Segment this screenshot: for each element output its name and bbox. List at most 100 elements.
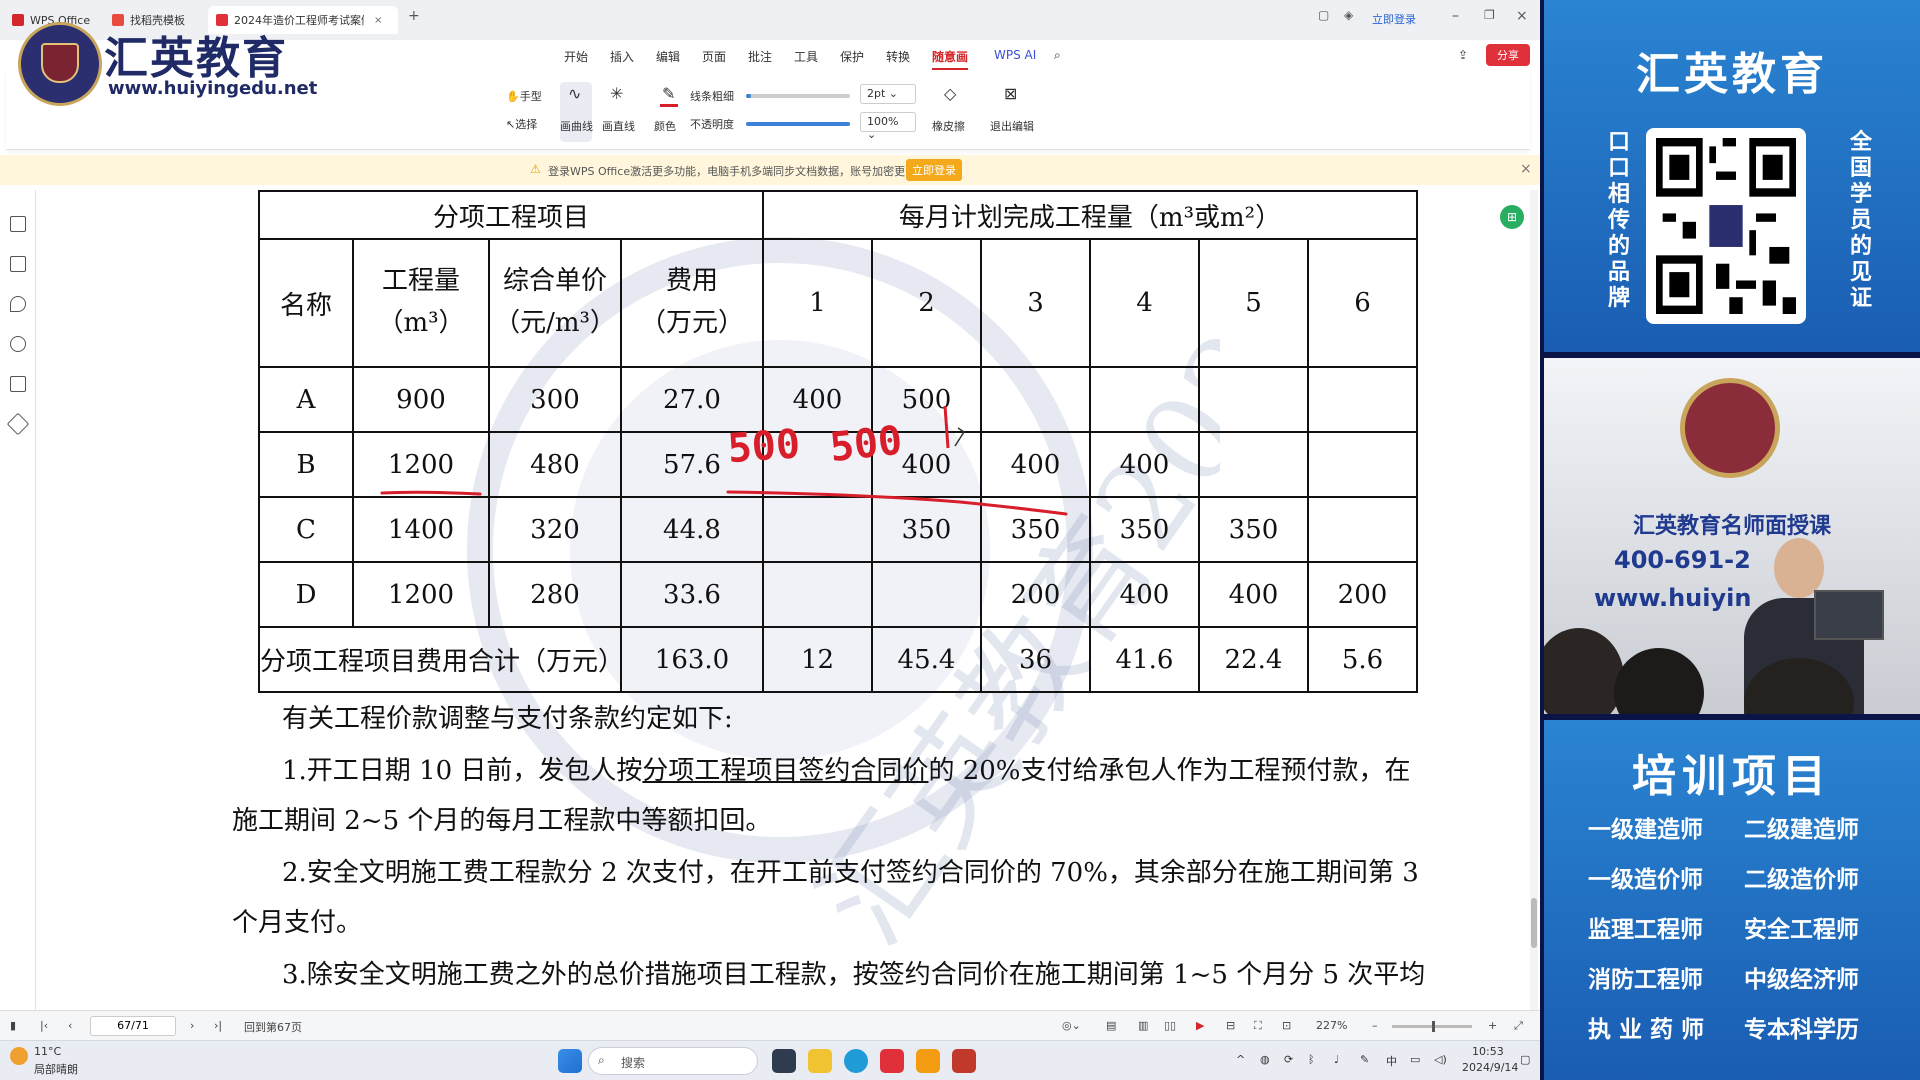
- notice-message: 登录WPS Office激活更多功能，电脑手机多端同步文档数据，账号加密更安全。: [548, 165, 939, 178]
- student-head: [1614, 648, 1704, 714]
- wps-icon[interactable]: [880, 1049, 904, 1073]
- restore-button[interactable]: ❐: [1484, 8, 1495, 22]
- zoom-slider[interactable]: [1392, 1021, 1472, 1032]
- cube-icon[interactable]: ◈: [1344, 8, 1353, 22]
- exit-edit-button[interactable]: ⊠ 退出编辑: [990, 82, 1034, 142]
- search-icon[interactable]: ⌕: [1054, 48, 1061, 63]
- edge-icon[interactable]: [844, 1049, 868, 1073]
- page-number-input[interactable]: 67/71: [90, 1016, 176, 1036]
- new-tab-button[interactable]: +: [408, 8, 420, 24]
- pen-tray-icon[interactable]: ✎: [1360, 1053, 1369, 1066]
- thumbnail-icon[interactable]: [10, 256, 26, 272]
- bookmark-icon[interactable]: [10, 216, 26, 232]
- menu-annotate[interactable]: 批注: [748, 48, 772, 65]
- terminal-icon[interactable]: [772, 1049, 796, 1073]
- course-item: 一级造价师: [1588, 867, 1703, 893]
- first-page-icon[interactable]: |‹: [40, 1019, 48, 1032]
- start-icon[interactable]: [558, 1049, 582, 1073]
- prev-page-icon[interactable]: ‹: [68, 1019, 72, 1032]
- layers-icon[interactable]: [6, 412, 30, 436]
- menu-protect[interactable]: 保护: [840, 48, 864, 65]
- view-settings-icon[interactable]: ◎⌄: [1062, 1019, 1081, 1032]
- share-button[interactable]: 分享: [1486, 44, 1530, 66]
- folder-icon[interactable]: [808, 1049, 832, 1073]
- network-icon[interactable]: ◍: [1260, 1053, 1270, 1066]
- opacity-label: 不透明度: [690, 118, 734, 131]
- menu-edit[interactable]: 编辑: [656, 48, 680, 65]
- bookmark-view-icon[interactable]: ⊡: [1282, 1019, 1291, 1032]
- line-width-select[interactable]: 2pt ⌄: [860, 84, 916, 104]
- app-icon[interactable]: [916, 1049, 940, 1073]
- color-picker[interactable]: ✎ 颜色: [652, 82, 688, 142]
- menu-start[interactable]: 开始: [564, 48, 588, 65]
- mic-icon[interactable]: ♩: [1334, 1053, 1339, 1066]
- clock-time[interactable]: 10:53: [1472, 1045, 1504, 1058]
- col-quantity: 工程量 （m³）: [352, 238, 490, 368]
- signature-icon[interactable]: [10, 376, 26, 392]
- curve-tool[interactable]: ∿ 画曲线: [560, 82, 593, 142]
- zoom-out-icon[interactable]: –: [1372, 1019, 1378, 1032]
- menu-page[interactable]: 页面: [702, 48, 726, 65]
- line-tool[interactable]: ✳ 画直线: [602, 82, 635, 142]
- display-icon[interactable]: ▭: [1410, 1053, 1420, 1066]
- menu-freehand[interactable]: 随意画: [932, 48, 969, 70]
- warning-icon: ⚠: [530, 162, 541, 176]
- continuous-icon[interactable]: ▥: [1138, 1019, 1148, 1032]
- taskbar-search[interactable]: 搜索: [588, 1047, 758, 1075]
- close-icon[interactable]: ×: [1520, 161, 1532, 177]
- login-link[interactable]: 立即登录: [1372, 11, 1416, 27]
- opacity-select[interactable]: 100% ⌄: [860, 112, 916, 141]
- ime-indicator[interactable]: 中: [1386, 1053, 1397, 1069]
- search-icon: ⌕: [598, 1053, 605, 1067]
- last-page-icon[interactable]: ›|: [214, 1019, 222, 1032]
- cloud-upload-icon[interactable]: ⇪: [1458, 48, 1468, 62]
- notice-login-button[interactable]: 立即登录: [906, 159, 962, 181]
- bluetooth-icon[interactable]: ᛒ: [1308, 1053, 1315, 1066]
- fit-width-icon[interactable]: ⊟: [1226, 1019, 1235, 1032]
- table-row: B 1200 480 57.6 400 400 400: [258, 431, 1418, 498]
- color-swatch: [660, 104, 678, 107]
- two-page-icon[interactable]: ▯▯: [1164, 1019, 1176, 1032]
- fit-page-icon[interactable]: ⛶: [1254, 1019, 1262, 1033]
- close-window-button[interactable]: ×: [1516, 8, 1528, 24]
- window-mode-icon[interactable]: ▢: [1318, 8, 1329, 22]
- minimize-button[interactable]: –: [1452, 8, 1459, 24]
- volume-icon[interactable]: ◁): [1434, 1053, 1447, 1066]
- document-view[interactable]: 汇英教育2024/9/14 分项工程项目 每月计划完成工程量（m³或m²） 名称…: [60, 190, 1530, 1010]
- eraser-tool[interactable]: ◇ 橡皮擦: [932, 82, 972, 142]
- video-caption: 汇英教育名师面授课: [1632, 514, 1831, 539]
- sidebar-toggle-icon[interactable]: ▮: [10, 1019, 16, 1032]
- zoom-level[interactable]: 227%: [1316, 1019, 1347, 1032]
- tray-chevron-icon[interactable]: ^: [1236, 1053, 1245, 1066]
- comment-icon[interactable]: [10, 296, 26, 312]
- single-page-icon[interactable]: ▤: [1106, 1019, 1116, 1032]
- sync-icon[interactable]: ⟳: [1284, 1053, 1293, 1066]
- weather-icon[interactable]: [10, 1047, 28, 1065]
- zoom-in-icon[interactable]: +: [1488, 1019, 1497, 1032]
- back-to-page-link[interactable]: 回到第67页: [244, 1019, 302, 1035]
- vertical-scrollbar[interactable]: [1530, 190, 1538, 1010]
- menu-insert[interactable]: 插入: [610, 48, 634, 65]
- menu-wps-ai[interactable]: WPS AI: [994, 48, 1036, 62]
- notification-icon[interactable]: ▢: [1520, 1053, 1530, 1066]
- col-name: 名称: [258, 238, 354, 368]
- menu-convert[interactable]: 转换: [886, 48, 910, 65]
- line-width-slider[interactable]: [746, 94, 850, 98]
- hand-tool[interactable]: ✋手型: [506, 88, 542, 104]
- attachment-icon[interactable]: [10, 336, 26, 352]
- opacity-slider[interactable]: [746, 122, 850, 126]
- logo-overlay: 汇英教育 www.huiyingedu.net: [18, 20, 317, 110]
- table-tool-icon[interactable]: ⊞: [1500, 205, 1524, 229]
- menu-tools[interactable]: 工具: [794, 48, 818, 65]
- pdf-app-icon[interactable]: [952, 1049, 976, 1073]
- next-page-icon[interactable]: ›: [190, 1019, 194, 1032]
- clock-date[interactable]: 2024/9/14: [1462, 1061, 1518, 1074]
- fullscreen-icon[interactable]: ⤢: [1514, 1019, 1523, 1033]
- close-tab-icon[interactable]: ×: [374, 15, 382, 26]
- status-bar: ▮ |‹ ‹ 67/71 › ›| 回到第67页 ◎⌄ ▤ ▥ ▯▯ ▶ ⊟ ⛶…: [0, 1010, 1540, 1040]
- qr-code: [1646, 128, 1806, 324]
- instructor-video: 汇英教育名师面授课 400-691-2 www.huiyin: [1544, 358, 1920, 714]
- col-month-5: 5: [1198, 238, 1309, 368]
- play-icon[interactable]: ▶: [1196, 1019, 1204, 1032]
- select-tool[interactable]: ↖选择: [506, 116, 537, 132]
